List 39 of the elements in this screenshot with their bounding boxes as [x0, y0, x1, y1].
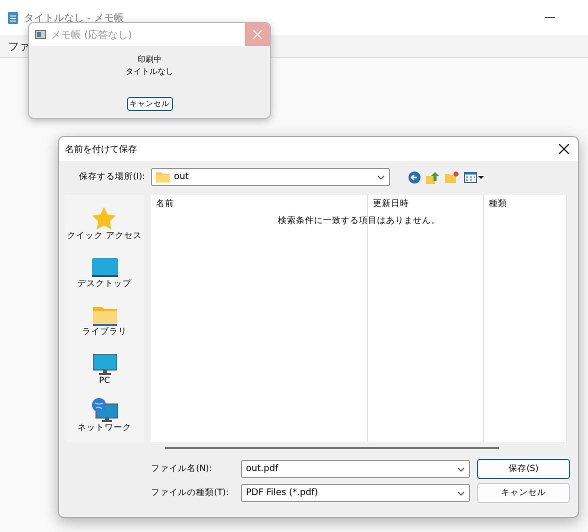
dropdown-icon[interactable] — [457, 466, 465, 472]
desktop-icon — [92, 258, 118, 278]
place-item[interactable]: PC — [98, 376, 110, 386]
network-icon — [92, 398, 118, 422]
filename-field[interactable]: out.pdf — [241, 460, 470, 478]
scrollbar[interactable] — [165, 447, 499, 449]
cancel-button[interactable]: キャンセル — [477, 483, 570, 503]
new-folder-icon[interactable] — [445, 171, 460, 183]
dialog-title: メモ帳 (応答なし) — [51, 28, 133, 42]
close-icon — [253, 30, 262, 39]
filetype-dropdown[interactable]: PDF Files (*.pdf) — [241, 484, 470, 502]
column-header[interactable]: 種類 — [484, 195, 567, 211]
place-item[interactable]: ライブラリ — [82, 326, 127, 338]
dropdown-icon[interactable] — [377, 174, 386, 180]
location-label: 保存する場所(I): — [79, 171, 146, 183]
column-header[interactable]: 名前 — [151, 195, 368, 211]
folder-icon — [92, 306, 116, 326]
up-folder-icon[interactable] — [426, 170, 440, 184]
column-header[interactable]: 更新日時 — [368, 195, 484, 211]
place-item[interactable]: クイック アクセス — [67, 230, 142, 242]
app-icon — [35, 30, 46, 39]
empty-message: 検索条件に一致する項目はありません。 — [277, 215, 441, 227]
monitor-icon — [92, 354, 116, 376]
status-text: タイトルなし — [126, 66, 174, 78]
notepad-icon — [8, 11, 18, 24]
dropdown-icon[interactable] — [457, 490, 465, 496]
folder-icon — [156, 171, 170, 183]
back-icon[interactable] — [408, 170, 422, 184]
place-item[interactable]: デスクトップ — [78, 278, 132, 290]
close-icon[interactable] — [559, 144, 569, 154]
filetype-label: ファイルの種類(T): — [151, 487, 230, 499]
filename-label: ファイル名(N): — [151, 463, 213, 475]
status-text: 印刷中 — [138, 54, 162, 66]
star-icon — [92, 207, 116, 230]
save-button[interactable]: 保存(S) — [477, 459, 570, 479]
place-item[interactable]: ネットワーク — [78, 422, 132, 434]
location-dropdown[interactable]: out — [151, 168, 390, 186]
dialog-title: 名前を付けて保存 — [65, 144, 138, 156]
view-menu-icon[interactable] — [464, 172, 484, 182]
